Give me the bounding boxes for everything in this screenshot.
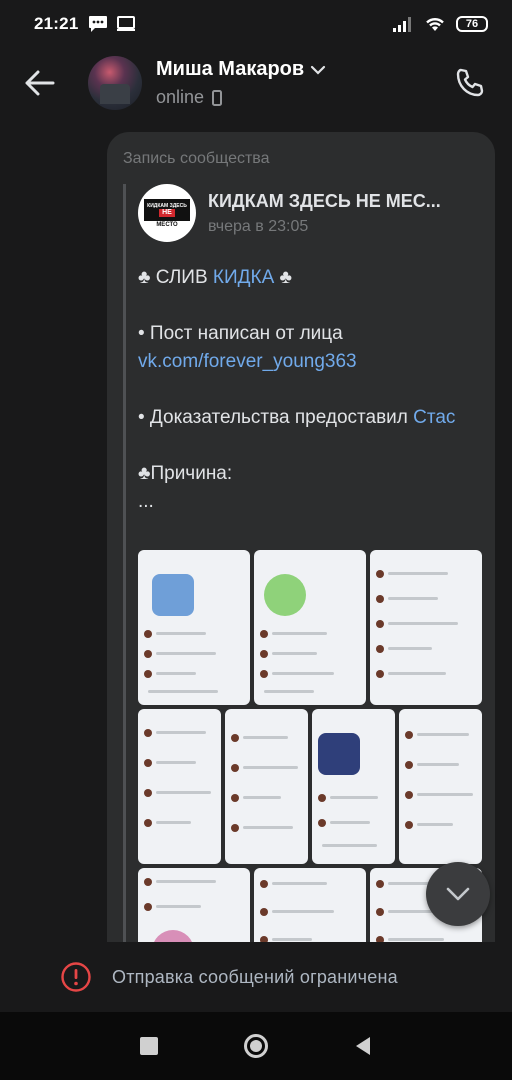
contact-name: Миша Макаров (156, 58, 305, 80)
photo-thumbnail[interactable] (312, 709, 395, 864)
post-text: ♣ СЛИВ КИДКА ♣ • Пост написан от лица vk… (138, 264, 479, 516)
chat-title[interactable]: Миша Макаров online (156, 58, 326, 108)
chat-header: Миша Макаров online (0, 48, 512, 118)
photo-thumbnail[interactable] (254, 868, 366, 942)
photo-thumbnail[interactable] (138, 868, 250, 942)
online-status: online (156, 87, 205, 107)
post-line-3-prefix: • Доказательства предоставил (138, 407, 414, 428)
logo-text-middle: НЕ (159, 208, 175, 217)
warning-icon (61, 962, 91, 992)
photo-thumbnail[interactable] (254, 550, 366, 705)
mobile-device-icon (212, 89, 223, 106)
back-triangle-icon[interactable] (354, 1036, 372, 1056)
message-restriction-bar: Отправка сообщений ограничена (0, 942, 512, 1012)
battery-icon: 76 (456, 16, 488, 32)
chat-notification-icon (89, 16, 108, 32)
post-line-4: ♣Причина: (138, 463, 233, 484)
call-button[interactable] (438, 51, 502, 115)
photo-thumbnail[interactable] (370, 550, 482, 705)
recents-button[interactable] (140, 1037, 158, 1055)
kidka-link[interactable]: КИДКА (213, 267, 274, 288)
battery-level: 76 (465, 18, 479, 30)
post-line-1-prefix: ♣ СЛИВ (138, 267, 213, 288)
arrow-left-icon (25, 70, 55, 96)
photo-thumbnail[interactable] (138, 550, 250, 705)
group-name[interactable]: КИДКАМ ЗДЕСЬ НЕ МЕС... (208, 191, 478, 212)
post-line-5: ... (138, 491, 154, 512)
status-bar: 21:21 76 (0, 0, 512, 48)
message-bubble[interactable]: Запись сообщества КИДКАМ ЗДЕСЬ НЕ МЕСТО … (107, 132, 495, 942)
phone-icon (456, 68, 484, 97)
signal-icon (393, 17, 411, 32)
photo-thumbnail[interactable] (138, 709, 221, 864)
profile-link[interactable]: vk.com/forever_young363 (138, 351, 357, 372)
status-time: 21:21 (34, 14, 79, 33)
chevron-down-icon (311, 65, 326, 75)
screen-cast-icon (117, 16, 136, 31)
post-line-1-suffix: ♣ (274, 267, 293, 288)
provider-link[interactable]: Стас (413, 407, 455, 428)
post-line-2-prefix: • Пост написан от лица (138, 323, 343, 344)
chevron-down-icon (446, 887, 470, 901)
photo-thumbnail[interactable] (225, 709, 308, 864)
restriction-text: Отправка сообщений ограничена (112, 966, 398, 987)
reposted-post[interactable]: КИДКАМ ЗДЕСЬ НЕ МЕСТО КИДКАМ ЗДЕСЬ НЕ МЕ… (123, 184, 482, 942)
post-time: вчера в 23:05 (208, 217, 309, 235)
message-list[interactable]: Запись сообщества КИДКАМ ЗДЕСЬ НЕ МЕСТО … (0, 118, 512, 942)
system-nav-bar (0, 1012, 512, 1080)
avatar[interactable] (88, 56, 142, 110)
home-button[interactable] (244, 1034, 268, 1058)
wifi-icon (426, 18, 444, 31)
scroll-down-button[interactable] (426, 862, 490, 926)
group-avatar[interactable]: КИДКАМ ЗДЕСЬ НЕ МЕСТО (138, 184, 196, 242)
repost-label: Запись сообщества (123, 150, 270, 167)
photo-thumbnail[interactable] (399, 709, 482, 864)
logo-text-bottom: МЕСТО (156, 221, 178, 228)
back-button[interactable] (0, 48, 80, 118)
